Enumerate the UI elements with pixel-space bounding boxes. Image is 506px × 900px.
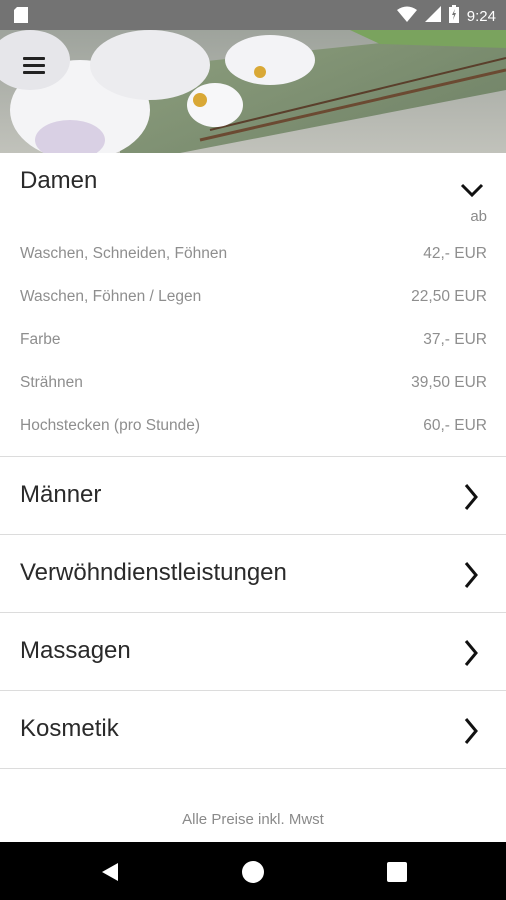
sim-card-icon [14,7,28,28]
section-maenner[interactable]: Männer [0,457,506,535]
list-item: Farbe 37,- EUR [20,329,487,351]
chevron-down-icon[interactable] [460,183,484,204]
price-list: Damen ab Waschen, Schneiden, Föhnen 42,-… [0,153,506,842]
section-kosmetik[interactable]: Kosmetik [0,691,506,769]
chevron-right-icon [463,717,479,750]
service-name: Hochstecken (pro Stunde) [20,417,201,434]
wifi-icon [396,6,417,27]
section-title: Massagen [20,637,131,664]
system-nav-bar [0,842,506,900]
section-verwoehndienstleistungen[interactable]: Verwöhndienstleistungen [0,535,506,613]
chevron-right-icon [463,561,479,594]
service-price: 39,50 EUR [411,374,487,391]
service-name: Farbe [20,331,61,348]
section-title: Männer [20,481,102,508]
back-icon[interactable] [98,859,124,885]
section-title: Kosmetik [20,715,119,742]
recents-icon[interactable] [384,859,410,885]
chevron-right-icon [463,483,479,516]
list-item: Strähnen 39,50 EUR [20,372,487,394]
status-time: 9:24 [466,8,496,25]
service-price: 22,50 EUR [411,288,487,305]
list-item: Waschen, Föhnen / Legen 22,50 EUR [20,286,487,308]
service-name: Waschen, Föhnen / Legen [20,288,202,305]
service-price: 37,- EUR [423,331,487,348]
battery-charging-icon [448,5,459,28]
service-price: 42,- EUR [423,245,487,262]
list-item: Waschen, Schneiden, Föhnen 42,- EUR [20,243,487,265]
header-banner [0,30,506,153]
hamburger-menu-icon[interactable] [18,50,52,80]
footer-note: Alle Preise inkl. Mwst [182,811,324,828]
section-damen: Damen ab Waschen, Schneiden, Föhnen 42,-… [0,153,506,457]
service-name: Strähnen [20,374,83,391]
list-item: Hochstecken (pro Stunde) 60,- EUR [20,415,487,437]
service-name: Waschen, Schneiden, Föhnen [20,245,228,262]
section-title: Verwöhndienstleistungen [20,559,287,586]
chevron-right-icon [463,639,479,672]
status-bar: 9:24 [0,0,506,30]
service-price: 60,- EUR [423,417,487,434]
price-prefix: ab [470,208,487,225]
orchid-banner-image [0,30,506,153]
home-icon[interactable] [240,859,266,885]
section-title[interactable]: Damen [20,167,97,195]
section-massagen[interactable]: Massagen [0,613,506,691]
signal-icon [424,6,441,27]
